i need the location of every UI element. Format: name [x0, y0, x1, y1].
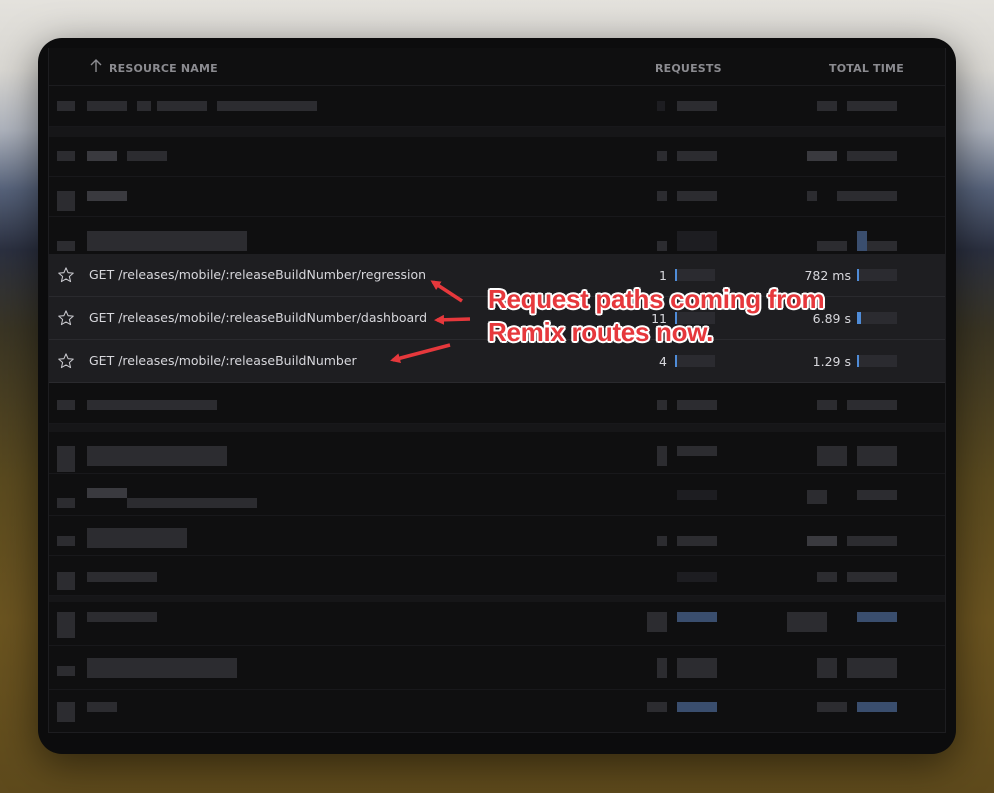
- app-window: RESOURCE NAME REQUESTS TOTAL TIME GET /r…: [38, 38, 956, 754]
- table-row[interactable]: [49, 217, 945, 259]
- resource-path[interactable]: GET /releases/mobile/:releaseBuildNumber…: [89, 310, 427, 325]
- table-row[interactable]: [49, 87, 945, 127]
- star-outline-icon[interactable]: [57, 352, 75, 370]
- request-count: 4: [659, 354, 667, 369]
- annotation-line-2: Remix routes now.: [488, 317, 714, 347]
- requests-bar: [675, 355, 715, 367]
- annotation-line-1: Request paths coming from: [488, 284, 825, 314]
- time-bar: [857, 355, 897, 367]
- group-divider: [49, 424, 945, 432]
- resource-path[interactable]: GET /releases/mobile/:releaseBuildNumber…: [89, 267, 426, 282]
- column-header-resource-name[interactable]: RESOURCE NAME: [109, 62, 218, 75]
- table-row[interactable]: [49, 690, 945, 732]
- column-header-total-time[interactable]: TOTAL TIME: [829, 62, 904, 75]
- table-row[interactable]: [49, 602, 945, 646]
- time-bar: [857, 269, 897, 281]
- total-time: 782 ms: [804, 268, 851, 283]
- table-header: RESOURCE NAME REQUESTS TOTAL TIME: [49, 48, 945, 86]
- table-row[interactable]: [49, 474, 945, 516]
- table-row[interactable]: [49, 556, 945, 596]
- table-row[interactable]: [49, 384, 945, 424]
- star-outline-icon[interactable]: [57, 266, 75, 284]
- resource-table: RESOURCE NAME REQUESTS TOTAL TIME GET /r…: [48, 48, 946, 733]
- group-divider: [49, 127, 945, 137]
- request-count: 1: [659, 268, 667, 283]
- table-row[interactable]: [49, 646, 945, 690]
- table-row[interactable]: [49, 137, 945, 177]
- resource-path[interactable]: GET /releases/mobile/:releaseBuildNumber: [89, 353, 357, 368]
- star-outline-icon[interactable]: [57, 309, 75, 327]
- requests-bar: [675, 269, 715, 281]
- arrow-up-icon[interactable]: [89, 58, 103, 74]
- total-time: 1.29 s: [812, 354, 851, 369]
- column-header-requests[interactable]: REQUESTS: [655, 62, 722, 75]
- table-row[interactable]: [49, 516, 945, 556]
- table-row[interactable]: [49, 177, 945, 217]
- table-row[interactable]: [49, 432, 945, 474]
- annotation-text: Request paths coming from Remix routes n…: [488, 283, 888, 349]
